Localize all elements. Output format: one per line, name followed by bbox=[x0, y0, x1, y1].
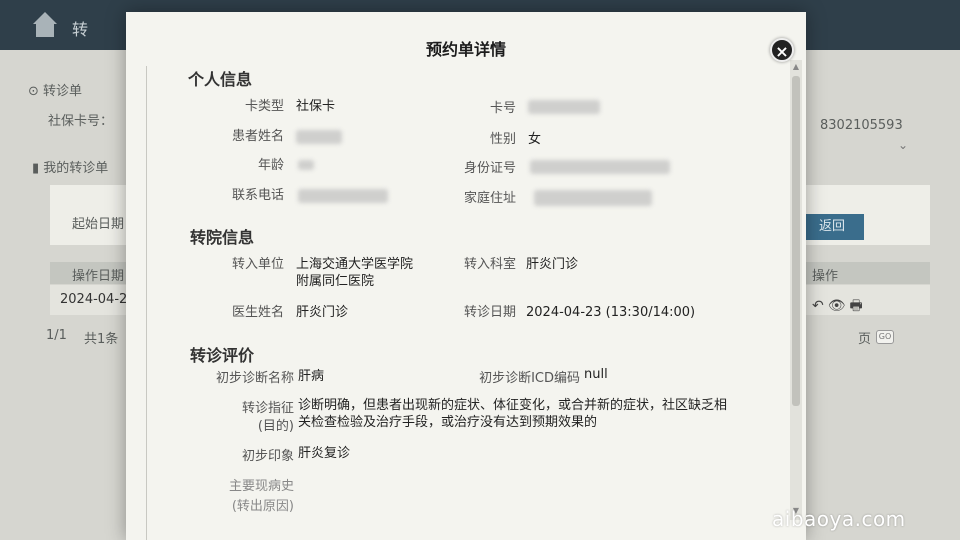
gender-label: 性别 bbox=[489, 132, 516, 147]
return-button[interactable]: 返回 bbox=[800, 214, 864, 240]
phone-value-redacted bbox=[298, 189, 388, 203]
history-label: 主要现病史 bbox=[228, 479, 294, 494]
history-label-sub: (转出原因) bbox=[231, 499, 294, 514]
op-header: 操作 bbox=[812, 269, 839, 284]
age-value-redacted bbox=[298, 160, 314, 170]
doctor-name-value: 肝炎门诊 bbox=[296, 305, 349, 320]
diagnosis-name-value: 肝病 bbox=[298, 369, 325, 384]
scroll-thumb[interactable] bbox=[792, 76, 800, 406]
appointment-detail-modal: 预约单详情 个人信息 卡类型 社保卡 卡号 患者姓名 性别 女 年龄 身份证号 … bbox=[126, 12, 806, 540]
chevron-down-icon[interactable]: ⌄ bbox=[898, 138, 908, 152]
insurance-card-partial: 8302105593 bbox=[820, 118, 903, 133]
impression-label: 初步印象 bbox=[241, 449, 294, 464]
transfer-date-label: 转诊日期 bbox=[463, 305, 516, 320]
transfer-section-title: 转院信息 bbox=[190, 228, 255, 247]
personal-section-title: 个人信息 bbox=[188, 70, 253, 89]
referral-title: ⊙ 转诊单 bbox=[28, 84, 83, 99]
close-icon[interactable]: × bbox=[770, 38, 794, 62]
transfer-dept-value: 肝炎门诊 bbox=[526, 257, 579, 272]
phone-label: 联系电话 bbox=[231, 188, 284, 203]
page-label: 页 bbox=[858, 332, 872, 347]
address-label: 家庭住址 bbox=[463, 191, 516, 206]
card-no-value-redacted bbox=[528, 100, 600, 114]
app-header-text: 转 bbox=[72, 20, 89, 39]
id-no-label: 身份证号 bbox=[463, 161, 516, 176]
patient-name-value-redacted bbox=[296, 130, 342, 144]
row-date: 2024-04-2 bbox=[60, 292, 128, 307]
diagnosis-icd-label: 初步诊断ICD编码 bbox=[479, 371, 580, 386]
indication-label: 转诊指征 bbox=[241, 401, 294, 416]
transfer-unit-label: 转入单位 bbox=[231, 257, 284, 272]
my-referrals-label: 我的转诊单 bbox=[43, 161, 109, 176]
insurance-card-label: 社保卡号： bbox=[48, 114, 114, 129]
modal-title: 预约单详情 bbox=[425, 40, 506, 59]
card-type-label: 卡类型 bbox=[244, 99, 284, 114]
divider bbox=[146, 66, 147, 540]
watermark-text: aibaoya.com bbox=[772, 507, 906, 531]
diagnosis-name-label: 初步诊断名称 bbox=[215, 371, 294, 386]
home-icon[interactable] bbox=[30, 12, 60, 38]
scroll-up-icon[interactable]: ▲ bbox=[790, 62, 802, 71]
doctor-name-label: 医生姓名 bbox=[231, 305, 284, 320]
impression-value: 肝炎复诊 bbox=[298, 446, 351, 461]
age-label: 年龄 bbox=[257, 158, 284, 173]
diagnosis-icd-value: null bbox=[584, 367, 608, 382]
total-count: 共1条 bbox=[84, 332, 119, 347]
gender-value: 女 bbox=[528, 132, 542, 147]
my-referrals-tab[interactable]: ▮ 我的转诊单 bbox=[32, 157, 108, 176]
op-date-header: 操作日期 bbox=[72, 269, 125, 284]
modal-scrollbar[interactable]: ▲ ▼ bbox=[790, 60, 802, 520]
patient-name-label: 患者姓名 bbox=[231, 129, 284, 144]
transfer-unit-value: 上海交通大学医学院附属同仁医院 bbox=[296, 257, 414, 289]
card-type-value: 社保卡 bbox=[296, 99, 336, 114]
indication-value: 诊断明确，但患者出现新的症状、体征变化，或合并新的症状，社区缺乏相关检查检验及治… bbox=[298, 398, 728, 430]
indication-label-sub: (目的) bbox=[257, 419, 294, 434]
pager: 1/1 bbox=[46, 328, 67, 343]
transfer-date-value: 2024-04-23 (13:30/14:00) bbox=[526, 305, 696, 320]
transfer-dept-label: 转入科室 bbox=[463, 257, 516, 272]
card-no-label: 卡号 bbox=[489, 101, 516, 116]
row-actions[interactable]: ↶👁🖶 bbox=[812, 295, 867, 319]
address-value-redacted bbox=[534, 190, 652, 206]
id-no-value-redacted bbox=[530, 160, 670, 174]
go-button[interactable]: GO bbox=[876, 330, 894, 344]
referral-label: 转诊单 bbox=[43, 84, 83, 99]
evaluation-section-title: 转诊评价 bbox=[190, 346, 255, 365]
start-date-label: 起始日期 bbox=[72, 217, 125, 232]
